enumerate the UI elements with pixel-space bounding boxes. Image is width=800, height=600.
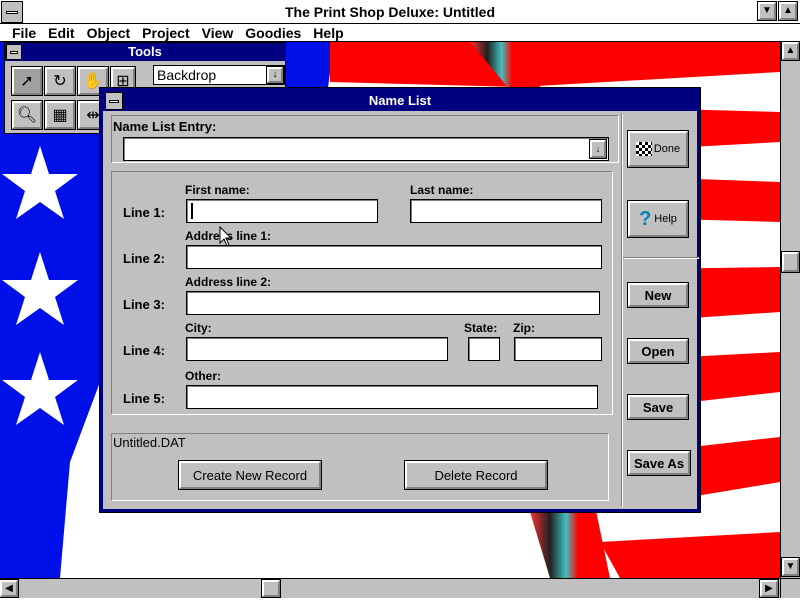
done-label: Done [653,143,681,155]
mouse-cursor-icon [219,226,233,247]
pointer-tool-icon[interactable]: ➚ [11,66,43,96]
menu-project[interactable]: Project [136,24,195,41]
menu-bar: File Edit Object Project View Goodies He… [0,24,800,42]
last-name-field[interactable] [410,199,602,223]
menu-goodies[interactable]: Goodies [239,24,307,41]
vertical-scroll-thumb[interactable] [781,251,800,273]
backdrop-select-value: Backdrop [157,67,217,83]
state-label: State: [464,321,498,335]
open-button[interactable]: Open [627,338,689,364]
save-button[interactable]: Save [627,394,689,420]
zoom-tool-icon[interactable]: 🔍︎ [11,100,43,130]
horizontal-scroll-thumb[interactable] [261,579,281,598]
line-4-label: Line 4: [123,343,165,358]
filename-label: Untitled.DAT [113,435,186,450]
text-caret [191,203,193,219]
checkered-flag-icon [635,142,652,156]
rotate-tool-icon[interactable]: ↻ [44,66,76,96]
name-list-entry-combo[interactable]: ↓ [123,137,609,161]
name-list-entry-label: Name List Entry: [113,119,217,134]
question-mark-icon: ? [639,207,652,230]
zip-field[interactable] [514,337,602,361]
other-field[interactable] [186,385,598,409]
address-line-2-field[interactable] [186,291,600,315]
window-title-bar: The Print Shop Deluxe: Untitled ▼ ▲ [0,0,800,24]
maximize-button[interactable]: ▲ [778,1,798,21]
menu-file[interactable]: File [0,24,42,41]
vertical-scrollbar[interactable]: ▲ ▼ [780,41,800,578]
line-2-label: Line 2: [123,251,165,266]
delete-record-button[interactable]: Delete Record [404,460,548,490]
first-name-field[interactable] [186,199,378,223]
city-label: City: [185,321,212,335]
minimize-button[interactable]: ▼ [757,1,777,21]
help-label: Help [654,213,677,225]
done-button[interactable]: Done [627,130,689,168]
horizontal-scrollbar[interactable]: ◀ ▶ [0,578,780,598]
menu-view[interactable]: View [196,24,240,41]
line-5-label: Line 5: [123,391,165,406]
first-name-label: First name: [185,183,250,197]
scroll-right-button[interactable]: ▶ [759,579,779,598]
line-3-label: Line 3: [123,297,165,312]
tools-system-menu[interactable] [6,44,22,60]
chevron-down-icon[interactable]: ↓ [266,66,284,84]
scroll-down-button[interactable]: ▼ [781,557,800,577]
name-list-dialog: Name List Name List Entry: ↓ First name:… [99,87,701,513]
menu-help[interactable]: Help [307,24,349,41]
system-menu-button[interactable] [1,1,23,23]
address-line-1-field[interactable] [186,245,602,269]
size-box [780,578,800,598]
tools-title: Tools [5,43,285,61]
window-title: The Print Shop Deluxe: Untitled [284,4,495,20]
scroll-left-button[interactable]: ◀ [0,579,19,598]
create-new-record-button[interactable]: Create New Record [178,460,322,490]
line-1-label: Line 1: [123,205,165,220]
save-as-button[interactable]: Save As [627,450,691,476]
menu-object[interactable]: Object [81,24,137,41]
dialog-title: Name List [103,91,697,111]
help-button[interactable]: ? Help [627,200,689,238]
grid-tool-icon[interactable]: ▦ [44,100,76,130]
zip-label: Zip: [513,321,535,335]
scroll-up-button[interactable]: ▲ [781,41,800,61]
backdrop-select[interactable]: Backdrop ↓ [153,65,285,85]
button-column-divider [621,113,623,507]
address-line-2-label: Address line 2: [185,275,272,289]
dialog-system-menu[interactable] [105,92,123,110]
other-label: Other: [185,369,221,383]
chevron-down-icon[interactable]: ↓ [589,139,607,159]
last-name-label: Last name: [410,183,474,197]
button-column-separator [623,257,699,259]
menu-edit[interactable]: Edit [42,24,80,41]
new-button[interactable]: New [627,282,689,308]
state-field[interactable] [468,337,500,361]
city-field[interactable] [186,337,448,361]
